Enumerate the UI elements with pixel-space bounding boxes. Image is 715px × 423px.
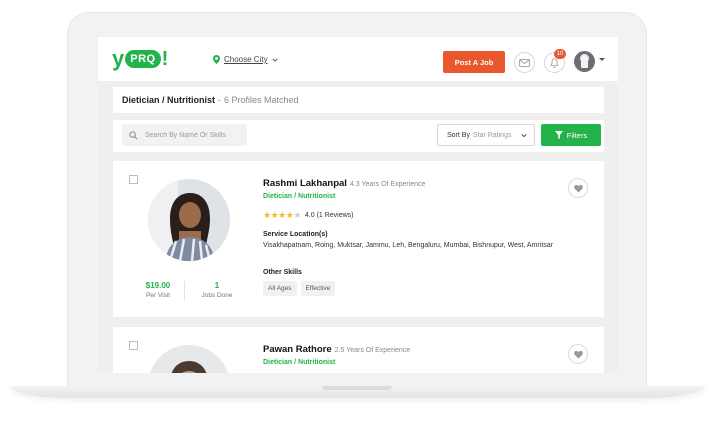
sort-by-label: Sort By bbox=[447, 131, 470, 139]
sort-dropdown[interactable]: Sort By Star Ratings bbox=[437, 124, 535, 146]
logo-y: y bbox=[112, 46, 125, 71]
messages-button[interactable] bbox=[514, 52, 535, 73]
rating-stars: ★★★★★ bbox=[263, 210, 301, 221]
avatar-figure bbox=[581, 56, 588, 68]
profile-photo bbox=[148, 345, 230, 373]
filters-button-label: Filters bbox=[566, 130, 588, 140]
results-header: Dietician / Nutritionist - 6 Profiles Ma… bbox=[113, 87, 604, 113]
profiles-matched-count: 6 Profiles Matched bbox=[224, 95, 299, 105]
star-icon: ★ bbox=[263, 210, 271, 220]
heart-icon bbox=[573, 350, 583, 359]
logo-prq: PRQ bbox=[125, 50, 161, 68]
mail-icon bbox=[519, 58, 530, 67]
location-pin-icon bbox=[213, 55, 220, 64]
price-label: Per Visit bbox=[145, 292, 171, 299]
star-icon: ★ bbox=[278, 210, 286, 220]
title-separator: - bbox=[218, 95, 222, 105]
sort-by-value: Star Ratings bbox=[472, 131, 512, 139]
post-a-job-button[interactable]: Post A Job bbox=[443, 51, 505, 73]
star-rating: ★★★★★ 4.0 (1 Reviews) bbox=[263, 210, 354, 221]
select-profile-checkbox[interactable] bbox=[129, 341, 138, 350]
profile-name[interactable]: Pawan Rathore 2.5 Years Of Experience bbox=[263, 344, 410, 355]
heart-icon bbox=[573, 184, 583, 193]
funnel-icon bbox=[554, 131, 563, 139]
user-avatar[interactable] bbox=[574, 51, 595, 72]
profile-name[interactable]: Rashmi Lakhanpal 4.3 Years Of Experience bbox=[263, 178, 425, 189]
service-location-label: Service Location(s) bbox=[263, 231, 328, 238]
caret-down-icon[interactable] bbox=[599, 58, 605, 61]
filter-bar: Sort By Star Ratings Filters bbox=[113, 120, 604, 152]
skills-list: All Ages Effective bbox=[263, 281, 336, 296]
chevron-down-icon bbox=[521, 134, 527, 138]
jobs-done-label: Jobs Done bbox=[201, 292, 233, 299]
profile-photo-illustration bbox=[148, 179, 230, 261]
price-per-visit: $19.00 Per Visit bbox=[138, 281, 178, 299]
experience-text: 2.5 Years Of Experience bbox=[334, 347, 411, 354]
profile-card[interactable]: Pawan Rathore 2.5 Years Of Experience Die… bbox=[113, 327, 604, 373]
star-empty-icon: ★ bbox=[293, 210, 301, 220]
choose-city-label: Choose City bbox=[224, 55, 268, 64]
choose-city-dropdown[interactable]: Choose City bbox=[213, 55, 278, 64]
select-profile-checkbox[interactable] bbox=[129, 175, 138, 184]
search-box[interactable] bbox=[122, 124, 247, 146]
rating-text: 4.0 (1 Reviews) bbox=[304, 212, 354, 219]
service-locations: Visakhapatnam, Roing, Muktsar, Jammu, Le… bbox=[263, 242, 553, 249]
logo-exclamation: ! bbox=[161, 48, 169, 70]
search-input[interactable] bbox=[145, 131, 240, 139]
jobs-done: 1 Jobs Done bbox=[197, 281, 237, 299]
notification-count-badge: 10 bbox=[554, 49, 566, 59]
profile-name-text[interactable]: Pawan Rathore bbox=[263, 344, 332, 355]
filters-button[interactable]: Filters bbox=[541, 124, 601, 146]
profile-name-text[interactable]: Rashmi Lakhanpal bbox=[263, 178, 347, 189]
price-value: $19.00 bbox=[145, 281, 171, 290]
skill-chip: All Ages bbox=[263, 281, 297, 296]
skill-chip: Effective bbox=[300, 281, 336, 296]
experience-text: 4.3 Years Of Experience bbox=[349, 181, 426, 188]
chevron-down-icon bbox=[272, 58, 278, 62]
yprq-logo[interactable]: y PRQ ! bbox=[112, 46, 169, 71]
jobs-done-value: 1 bbox=[214, 281, 220, 290]
other-skills-label: Other Skills bbox=[263, 269, 302, 276]
app-screen: y PRQ ! Choose City Post A Job 10 Dietic… bbox=[98, 37, 618, 373]
profile-photo bbox=[148, 179, 230, 261]
stats-divider bbox=[184, 281, 185, 300]
bell-icon bbox=[550, 57, 559, 68]
favorite-button[interactable] bbox=[568, 178, 588, 198]
search-query-title: Dietician / Nutritionist bbox=[122, 95, 216, 105]
search-icon bbox=[129, 130, 138, 139]
favorite-button[interactable] bbox=[568, 344, 588, 364]
profile-card[interactable]: $19.00 Per Visit 1 Jobs Done Rashmi Lakh… bbox=[113, 161, 604, 317]
top-navbar: y PRQ ! Choose City Post A Job 10 bbox=[98, 37, 618, 81]
profile-role: Dietician / Nutritionist bbox=[263, 193, 336, 200]
profile-photo-illustration bbox=[148, 345, 230, 373]
laptop-notch bbox=[322, 386, 392, 390]
profile-role: Dietician / Nutritionist bbox=[263, 359, 336, 366]
